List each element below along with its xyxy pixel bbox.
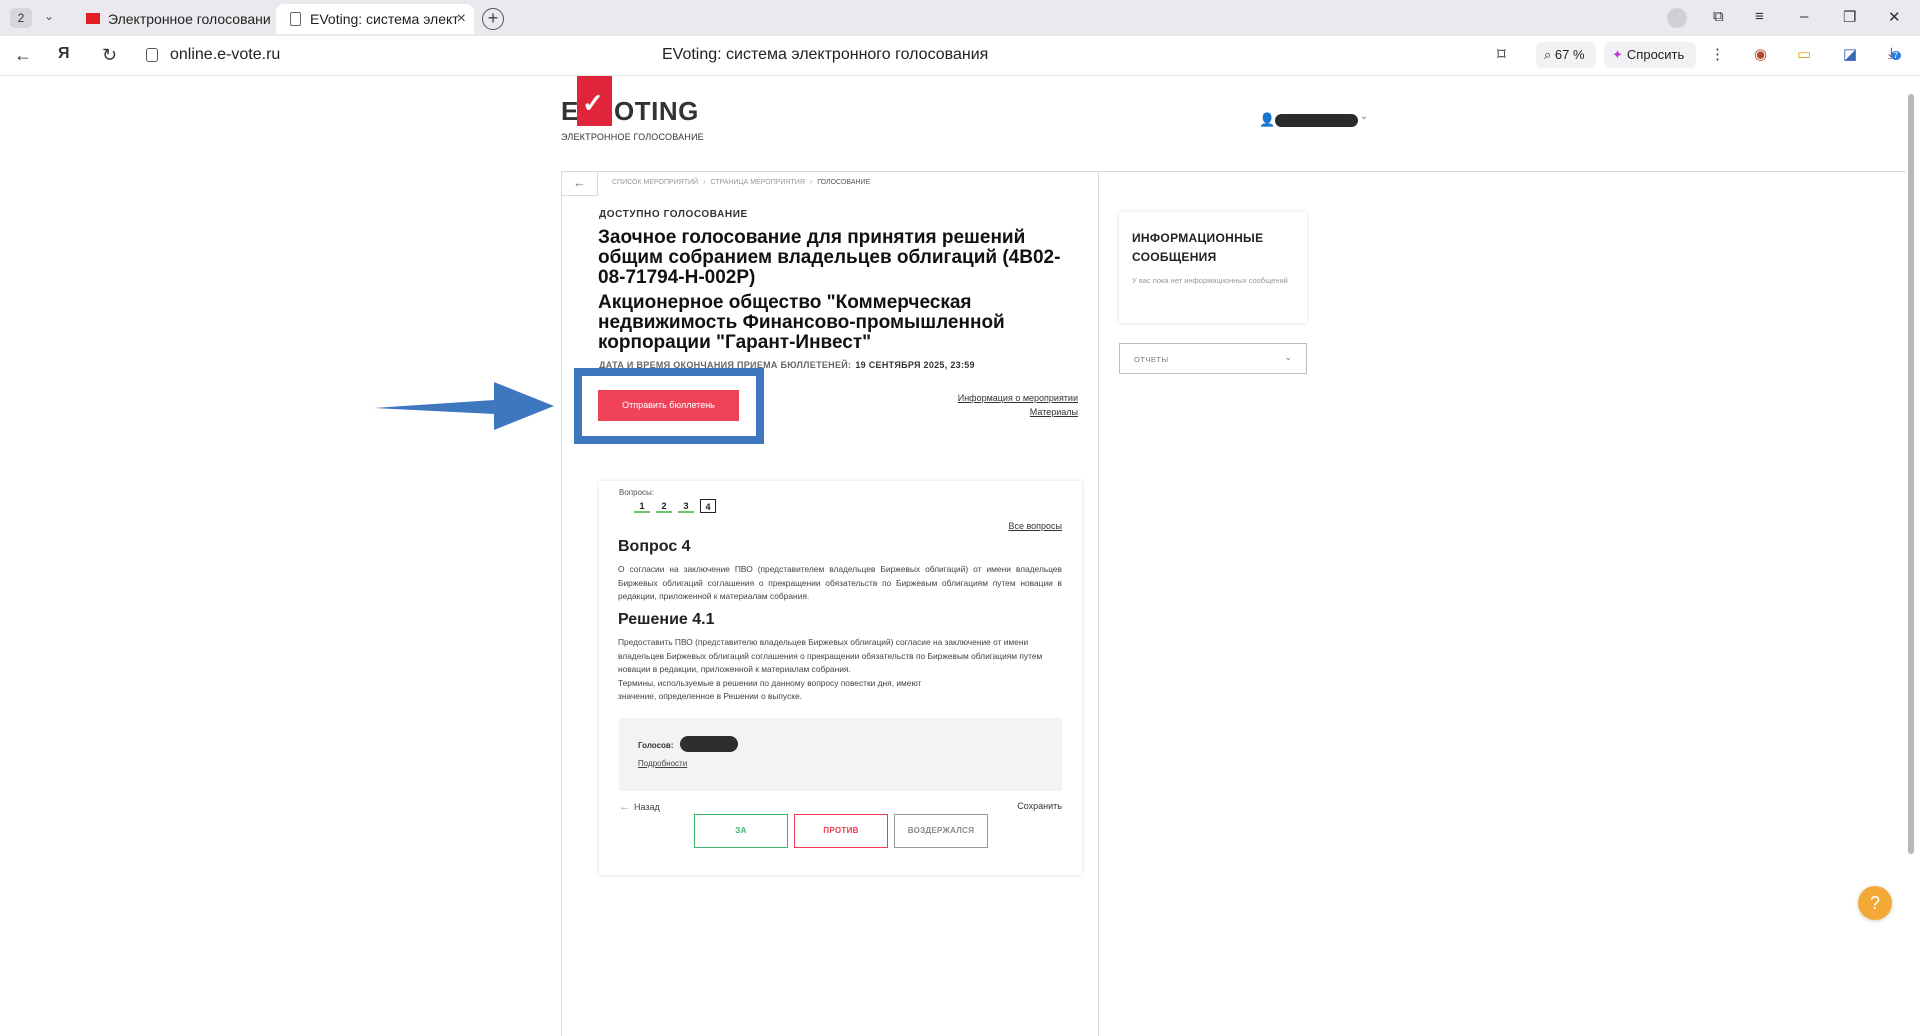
- evoting-logo[interactable]: E ✓ OTING ЭЛЕКТРОННОЕ ГОЛОСОВАНИЕ: [561, 76, 711, 146]
- back-label: Назад: [634, 802, 660, 812]
- chevron-down-icon: ⌄: [1360, 111, 1369, 122]
- reports-label: ОТЧЕТЫ: [1134, 355, 1169, 364]
- question-number-3[interactable]: 3: [678, 499, 694, 513]
- chevron-right-icon: ›: [703, 179, 706, 186]
- zoom-indicator[interactable]: ⌕ 67 %: [1536, 42, 1596, 68]
- extension-icon[interactable]: ◉: [1754, 45, 1767, 63]
- sparkle-icon: ✦: [1612, 47, 1623, 62]
- event-title: Заочное голосование для принятия решений…: [598, 227, 1061, 288]
- questions-label: Вопросы:: [619, 488, 654, 497]
- tab-count-badge[interactable]: 2: [10, 8, 32, 28]
- info-messages-empty: У вас пока нет информационных сообщений: [1132, 276, 1288, 285]
- minimize-icon[interactable]: –: [1800, 8, 1808, 25]
- voting-status: ДОСТУПНО ГОЛОСОВАНИЕ: [599, 209, 748, 220]
- question-text: О согласии на заключение ПВО (представит…: [618, 564, 1062, 601]
- close-tab-icon[interactable]: ×: [457, 4, 466, 34]
- header-divider: [561, 171, 1906, 172]
- battery-icon[interactable]: ▭: [1797, 45, 1811, 63]
- logo-checkbox: ✓: [577, 76, 612, 126]
- close-window-icon[interactable]: ✕: [1888, 8, 1901, 26]
- ask-button[interactable]: ✦ Спросить: [1604, 42, 1696, 68]
- previous-question-link[interactable]: ← Назад: [619, 801, 660, 813]
- details-link[interactable]: Подробности: [638, 759, 687, 768]
- shield-extension-icon[interactable]: ◪: [1843, 45, 1857, 63]
- browser-tab-bar: 2 ⌄ Электронное голосовани EVoting: сист…: [0, 0, 1920, 36]
- lock-icon[interactable]: [146, 48, 158, 62]
- vote-for-button[interactable]: ЗА: [694, 814, 788, 848]
- page-content: E ✓ OTING ЭЛЕКТРОННОЕ ГОЛОСОВАНИЕ 👤 ⌄ ← …: [0, 76, 1920, 1036]
- browser-address-bar: ← Я ↻ online.e-vote.ru EVoting: система …: [0, 36, 1920, 76]
- back-arrow-icon[interactable]: ←: [562, 172, 598, 196]
- vote-abstain-button[interactable]: ВОЗДЕРЖАЛСЯ: [894, 814, 988, 848]
- restore-icon[interactable]: ❐: [1843, 8, 1856, 26]
- decision-heading: Решение 4.1: [618, 611, 715, 628]
- yandex-icon[interactable]: Я: [58, 45, 70, 63]
- question-number-2[interactable]: 2: [656, 499, 672, 513]
- search-icon: ⌕: [1544, 47, 1555, 62]
- more-options-icon[interactable]: ⋮: [1710, 45, 1725, 63]
- download-icon[interactable]: ⤓7: [1888, 45, 1902, 62]
- menu-icon[interactable]: ≡: [1755, 8, 1764, 25]
- breadcrumb-events-list[interactable]: СПИСОК МЕРОПРИЯТИЙ: [612, 179, 698, 186]
- annotation-arrow-icon: [374, 382, 554, 430]
- chevron-down-icon: ⌄: [1284, 352, 1292, 362]
- decision-text: Предоставить ПВО (представителю владельц…: [618, 636, 1062, 704]
- reload-icon[interactable]: ↻: [102, 45, 117, 66]
- breadcrumb: СПИСОК МЕРОПРИЯТИЙ › СТРАНИЦА МЕРОПРИЯТИЯ ›…: [612, 179, 870, 186]
- browser-tab-evoting-active[interactable]: EVoting: система элект ×: [276, 4, 474, 34]
- logo-e: E: [561, 96, 579, 126]
- profile-icon[interactable]: [1667, 8, 1687, 28]
- bookmark-icon[interactable]: ⌑: [1497, 45, 1506, 65]
- right-divider: [1098, 172, 1099, 1036]
- question-number-1[interactable]: 1: [634, 499, 650, 513]
- flag-favicon-icon: [86, 13, 100, 24]
- page-favicon-icon: [290, 12, 301, 26]
- event-info-link[interactable]: Информация о мероприятии: [958, 393, 1078, 403]
- new-tab-plus-icon[interactable]: +: [482, 8, 504, 30]
- help-button[interactable]: ?: [1858, 886, 1892, 920]
- save-link[interactable]: Сохранить: [1017, 801, 1062, 811]
- redacted-username: [1275, 114, 1358, 127]
- browser-tab-evote[interactable]: Электронное голосовани: [74, 4, 270, 34]
- reports-dropdown[interactable]: ОТЧЕТЫ ⌄: [1119, 343, 1307, 374]
- info-messages-title: ИНФОРМАЦИОННЫЕ СООБЩЕНИЯ: [1132, 231, 1264, 264]
- info-messages-card: ИНФОРМАЦИОННЫЕ СООБЩЕНИЯ У вас пока нет …: [1119, 212, 1307, 323]
- scrollbar-thumb[interactable]: [1908, 94, 1914, 854]
- materials-link[interactable]: Материалы: [1030, 407, 1078, 417]
- ask-label: Спросить: [1626, 47, 1685, 62]
- votes-label: Голосов:: [638, 741, 674, 750]
- user-menu[interactable]: 👤 ⌄: [1259, 111, 1369, 128]
- chevron-right-icon: ›: [809, 179, 813, 186]
- tab-title: Электронное голосовани: [108, 11, 270, 27]
- all-questions-link[interactable]: Все вопросы: [1008, 521, 1062, 531]
- zoom-value: 67 %: [1554, 47, 1585, 62]
- chevron-down-icon[interactable]: ⌄: [44, 9, 54, 23]
- url-text[interactable]: online.e-vote.ru: [170, 46, 280, 64]
- company-name: Акционерное общество "Коммерческая недви…: [598, 292, 1005, 353]
- collections-icon[interactable]: ⧉: [1713, 8, 1724, 25]
- question-heading: Вопрос 4: [618, 538, 691, 555]
- redacted-votes-count: [680, 736, 738, 752]
- decision-paragraph: Предоставить ПВО (представителю владельц…: [618, 637, 1043, 674]
- question-card: Вопросы: 1 2 3 4 Все вопросы Вопрос 4 О …: [599, 481, 1082, 875]
- votes-panel: Голосов: Подробности: [619, 718, 1062, 791]
- logo-oting: OTING: [614, 96, 699, 126]
- deadline-value: 19 СЕНТЯБРЯ 2025, 23:59: [855, 360, 975, 370]
- back-arrow-icon: ←: [619, 801, 630, 813]
- question-number-4[interactable]: 4: [700, 499, 716, 513]
- download-badge: 7: [1890, 51, 1902, 60]
- checkmark-icon: ✓: [582, 88, 604, 118]
- back-arrow-icon[interactable]: ←: [14, 45, 32, 66]
- breadcrumb-event-page[interactable]: СТРАНИЦА МЕРОПРИЯТИЯ: [710, 179, 804, 186]
- breadcrumb-voting: ГОЛОСОВАНИЕ: [817, 179, 871, 186]
- logo-subtitle: ЭЛЕКТРОННОЕ ГОЛОСОВАНИЕ: [561, 132, 704, 142]
- annotation-highlight-box: [574, 368, 764, 444]
- left-divider: [561, 172, 562, 1036]
- user-icon: 👤: [1259, 112, 1276, 127]
- decision-terms: Термины, используемые в решении по данно…: [618, 677, 922, 702]
- tab-title: EVoting: система элект: [310, 11, 459, 27]
- vote-against-button[interactable]: ПРОТИВ: [794, 814, 888, 848]
- page-title: EVoting: система электронного голосовани…: [662, 46, 989, 63]
